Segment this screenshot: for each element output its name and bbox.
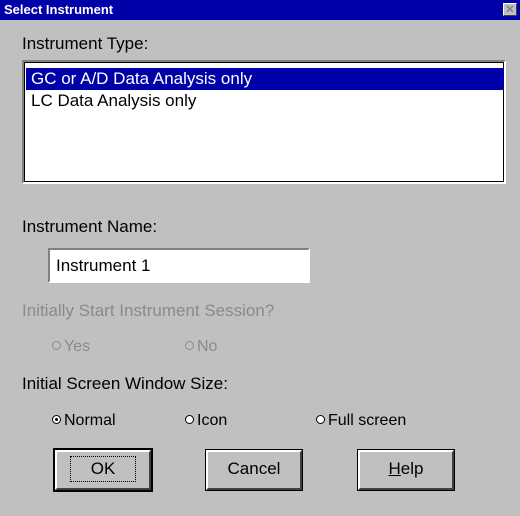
window-size-normal-radio[interactable]: Normal — [52, 412, 116, 430]
close-button[interactable]: ✕ — [503, 3, 517, 16]
radio-checked-icon — [52, 415, 61, 425]
instrument-type-label: Instrument Type: — [22, 34, 149, 53]
list-item-lc[interactable]: LC Data Analysis only — [26, 90, 196, 112]
full-screen-label: Full screen — [328, 412, 407, 429]
instrument-name-label: Instrument Name: — [22, 217, 158, 236]
help-label: elp — [400, 459, 424, 478]
radio-circle-icon — [52, 341, 61, 351]
no-label: No — [197, 338, 218, 355]
window-title: Select Instrument — [4, 2, 114, 17]
list-item-gc-ad[interactable]: GC or A/D Data Analysis only — [26, 68, 504, 90]
help-button[interactable]: Help — [357, 449, 455, 491]
cancel-button[interactable]: Cancel — [205, 449, 303, 491]
radio-circle-icon — [316, 415, 325, 425]
normal-label: Normal — [64, 412, 116, 429]
select-instrument-dialog: Select Instrument ✕ Instrument Type: GC … — [0, 0, 520, 516]
instrument-type-listbox[interactable]: GC or A/D Data Analysis only LC Data Ana… — [22, 60, 506, 184]
instrument-name-field[interactable]: Instrument 1 — [48, 248, 310, 283]
window-size-icon-radio[interactable]: Icon — [185, 412, 227, 430]
close-icon: ✕ — [505, 4, 515, 16]
help-mnemonic: H — [388, 459, 401, 478]
ok-button[interactable]: OK — [53, 448, 153, 492]
start-session-label: Initially Start Instrument Session? — [22, 301, 275, 320]
start-session-no-radio[interactable]: No — [185, 338, 217, 356]
ok-label: OK — [69, 456, 137, 482]
start-session-yes-radio[interactable]: Yes — [52, 338, 90, 356]
yes-label: Yes — [64, 338, 91, 355]
title-bar: Select Instrument ✕ — [0, 0, 520, 20]
radio-circle-icon — [185, 415, 194, 425]
icon-label: Icon — [197, 412, 228, 429]
radio-circle-icon — [185, 341, 194, 351]
window-size-label: Initial Screen Window Size: — [22, 374, 228, 393]
window-size-full-screen-radio[interactable]: Full screen — [316, 412, 406, 430]
cancel-label: Cancel — [227, 459, 281, 478]
